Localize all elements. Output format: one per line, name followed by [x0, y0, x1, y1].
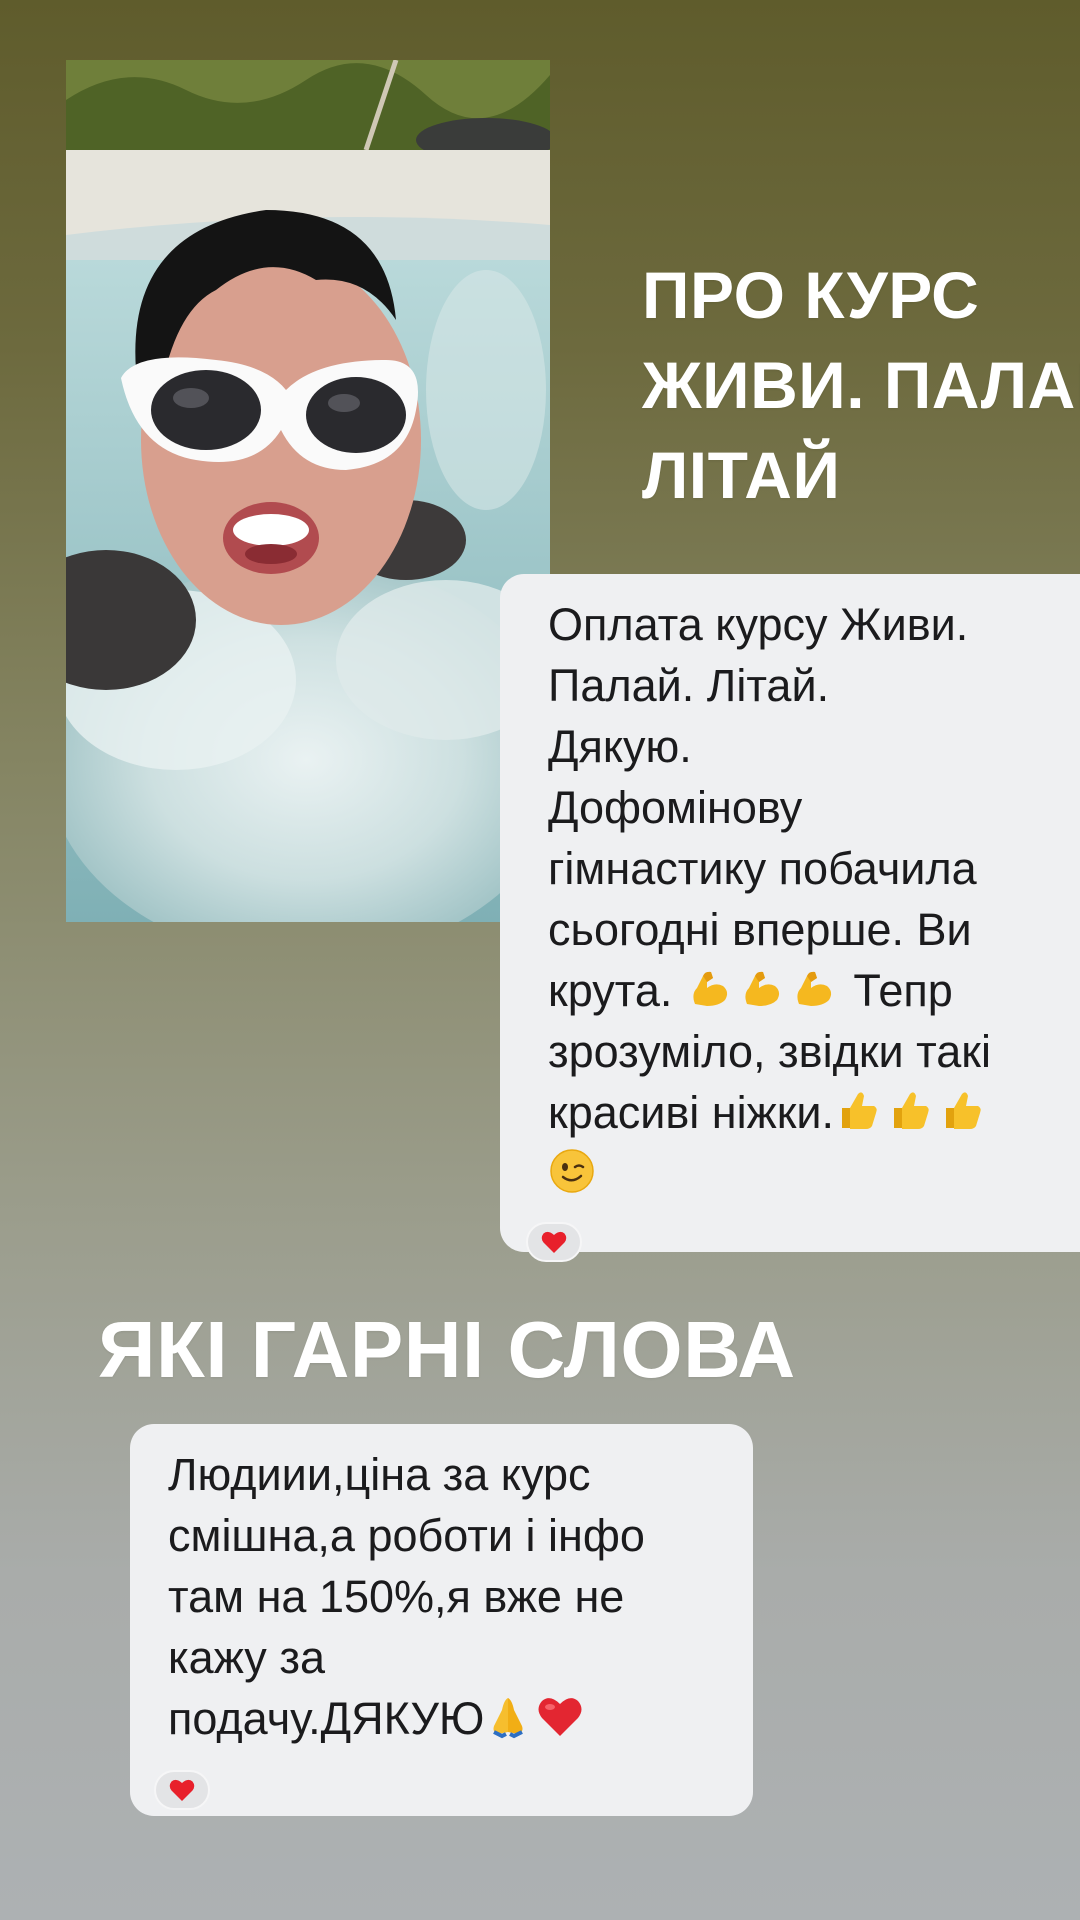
- thumbs-up-icon: [946, 1092, 981, 1129]
- message-line: гімнастику побачила: [548, 843, 977, 894]
- thumbs-up-icon: [894, 1092, 929, 1129]
- message-line: [548, 1143, 1080, 1204]
- red-heart-icon: [538, 1698, 582, 1736]
- message-line: красиві ніжки.: [548, 1082, 1080, 1143]
- flexed-biceps-icon: [693, 971, 727, 1006]
- message-text: крута.: [548, 965, 673, 1016]
- message-line: крута. Тепр: [548, 960, 1080, 1021]
- thumbs-up-icon: [842, 1092, 877, 1129]
- message-line: зрозуміло, звідки такі: [548, 1026, 991, 1077]
- kind-words-headline: ЯКІ ГАРНІ СЛОВА: [98, 1305, 796, 1394]
- course-title-headline: ПРО КУРС ЖИВИ. ПАЛАЙ. ЛІТАЙ: [642, 250, 1080, 520]
- folded-hands-icon: [493, 1698, 524, 1739]
- message-text: Тепр: [853, 965, 953, 1016]
- message-line: сьогодні вперше. Ви: [548, 904, 972, 955]
- message-text: подачу.ДЯКУЮ: [168, 1693, 485, 1744]
- message-line: там на 150%,я вже не: [168, 1571, 625, 1622]
- heart-reaction[interactable]: [154, 1770, 210, 1810]
- message-line: кажу за: [168, 1632, 325, 1683]
- message-line: Палай. Літай.: [548, 660, 830, 711]
- headline-line-1: ПРО КУРС: [642, 258, 980, 332]
- flexed-biceps-icon: [745, 971, 779, 1006]
- red-heart-icon: [541, 1231, 567, 1253]
- message-line: Людиии,ціна за курс: [168, 1449, 591, 1500]
- headline-line-2: ЖИВИ. ПАЛАЙ.: [642, 348, 1080, 422]
- message-line: смішна,а роботи і інфо: [168, 1510, 645, 1561]
- flexed-biceps-icon: [797, 971, 831, 1006]
- woman-in-jacuzzi-image: [66, 60, 550, 922]
- winking-face-icon: [550, 1149, 594, 1193]
- heart-reaction[interactable]: [526, 1222, 582, 1262]
- story-photo: [66, 60, 550, 922]
- message-text: красиві ніжки.: [548, 1087, 835, 1138]
- headline-line-3: ЛІТАЙ: [642, 438, 841, 512]
- red-heart-icon: [169, 1779, 195, 1801]
- message-bubble-price: Людиии,ціна за курс смішна,а роботи і ін…: [130, 1424, 753, 1816]
- message-bubble-payment: Оплата курсу Живи. Палай. Літай. Дякую. …: [500, 574, 1080, 1262]
- message-line: подачу.ДЯКУЮ: [168, 1688, 723, 1749]
- message-line: Дофомінову: [548, 782, 803, 833]
- story-view: ПРО КУРС ЖИВИ. ПАЛАЙ. ЛІТАЙ Оплата курсу…: [0, 0, 1080, 1920]
- message-line: Дякую.: [548, 721, 692, 772]
- message-line: Оплата курсу Живи.: [548, 599, 969, 650]
